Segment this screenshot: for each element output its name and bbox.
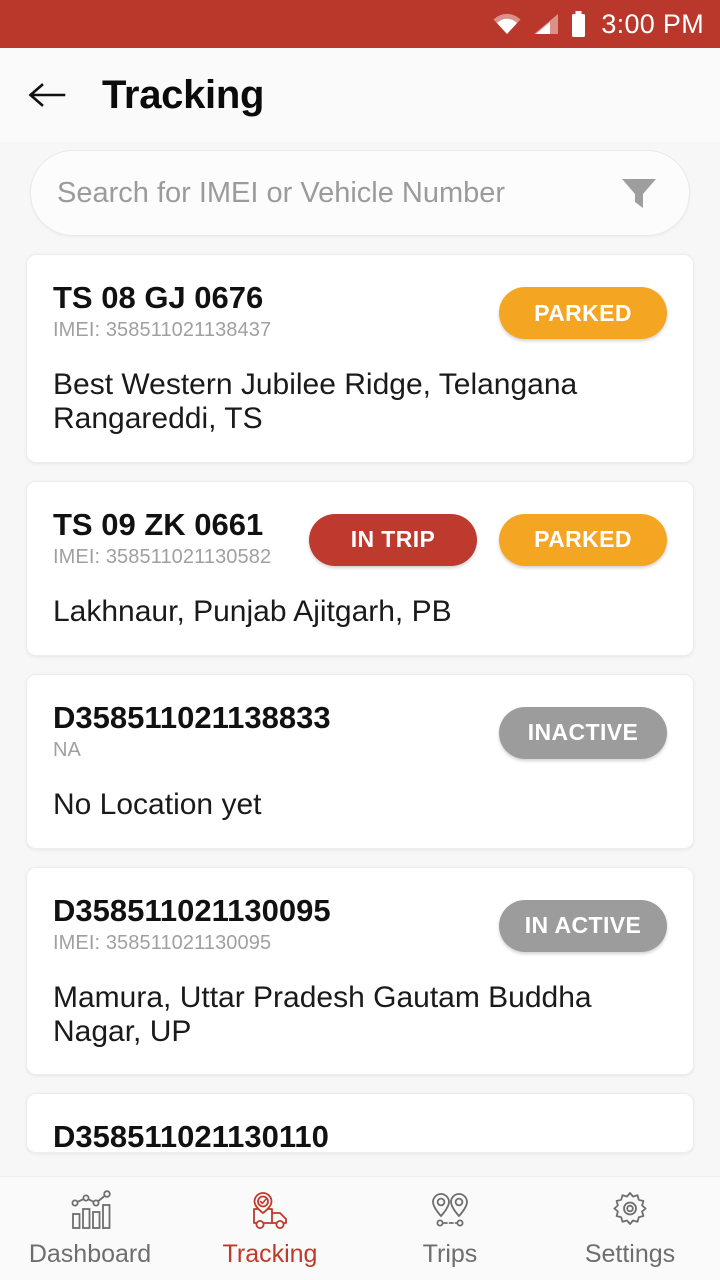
vehicle-card-header: D358511021130110 bbox=[53, 1119, 667, 1154]
status-time: 3:00 PM bbox=[601, 8, 704, 39]
vehicle-identity: D358511021138833 NA bbox=[53, 699, 331, 762]
vehicle-number: TS 08 GJ 0676 bbox=[53, 280, 264, 315]
vehicle-number: TS 09 ZK 0661 bbox=[53, 506, 264, 542]
app-bar: Tracking bbox=[0, 48, 720, 142]
status-badge[interactable]: PARKED bbox=[499, 287, 667, 339]
vehicle-identity: D358511021130110 bbox=[53, 1119, 329, 1154]
nav-label: Dashboard bbox=[28, 1240, 152, 1268]
vehicle-number: D358511021130110 bbox=[53, 1119, 329, 1154]
search-input[interactable] bbox=[57, 176, 619, 210]
search-box[interactable] bbox=[30, 150, 690, 236]
vehicle-card-header: TS 08 GJ 0676 IMEI: 358511021138437 PARK… bbox=[53, 281, 667, 342]
vehicle-card-header: D358511021130095 IMEI: 358511021130095 I… bbox=[53, 892, 667, 955]
vehicle-card-header: D358511021138833 NA INACTIVE bbox=[53, 699, 667, 762]
status-badge[interactable]: IN TRIP bbox=[309, 513, 477, 566]
vehicle-identity: TS 09 ZK 0661 IMEI: 358511021130582 bbox=[53, 506, 272, 569]
nav-item-settings[interactable]: Settings bbox=[540, 1188, 720, 1269]
back-arrow-icon[interactable] bbox=[24, 72, 70, 118]
vehicle-imei: IMEI: 358511021130582 bbox=[53, 546, 272, 569]
nav-label: Trips bbox=[422, 1240, 478, 1268]
wifi-icon bbox=[492, 12, 522, 36]
settings-gear-icon bbox=[607, 1188, 653, 1234]
nav-item-tracking[interactable]: Tracking bbox=[180, 1188, 360, 1269]
vehicle-list[interactable]: TS 08 GJ 0676 IMEI: 358511021138437 PARK… bbox=[0, 236, 720, 1154]
vehicle-address: Lakhnaur, Punjab Ajitgarh, PB bbox=[53, 595, 452, 629]
vehicle-number: D358511021130095 bbox=[53, 892, 331, 928]
dashboard-chart-icon bbox=[67, 1188, 113, 1234]
vehicle-card[interactable]: TS 09 ZK 0661 IMEI: 358511021130582 IN T… bbox=[26, 480, 694, 656]
status-badge[interactable]: IN ACTIVE bbox=[499, 899, 667, 952]
vehicle-identity: D358511021130095 IMEI: 358511021130095 bbox=[53, 892, 331, 955]
vehicle-card[interactable]: D358511021138833 NA INACTIVE No Location… bbox=[26, 673, 694, 849]
vehicle-card[interactable]: D358511021130095 IMEI: 358511021130095 I… bbox=[26, 866, 694, 1076]
status-badge[interactable]: PARKED bbox=[499, 513, 667, 566]
filter-funnel-icon[interactable] bbox=[619, 175, 659, 211]
status-badge[interactable]: INACTIVE bbox=[499, 706, 667, 759]
battery-icon bbox=[570, 10, 587, 38]
search-section bbox=[0, 142, 720, 236]
nav-item-trips[interactable]: Trips bbox=[360, 1188, 540, 1269]
vehicle-address: Best Western Jubilee Ridge, Telangana Ra… bbox=[53, 368, 578, 436]
status-badges: INACTIVE bbox=[499, 701, 667, 759]
page-title: Tracking bbox=[102, 72, 265, 117]
cellular-signal-icon bbox=[532, 12, 560, 36]
nav-label: Settings bbox=[584, 1240, 676, 1268]
trips-route-pins-icon bbox=[427, 1188, 473, 1234]
nav-label: Tracking bbox=[222, 1240, 318, 1268]
vehicle-card[interactable]: TS 08 GJ 0676 IMEI: 358511021138437 PARK… bbox=[26, 254, 694, 463]
vehicle-imei: IMEI: 358511021138437 bbox=[53, 319, 272, 342]
nav-item-dashboard[interactable]: Dashboard bbox=[0, 1188, 180, 1269]
vehicle-card-header: TS 09 ZK 0661 IMEI: 358511021130582 IN T… bbox=[53, 506, 667, 569]
vehicle-number: D358511021138833 bbox=[53, 699, 331, 735]
vehicle-identity: TS 08 GJ 0676 IMEI: 358511021138437 bbox=[53, 281, 271, 342]
vehicle-imei: IMEI: 358511021130095 bbox=[53, 932, 272, 955]
vehicle-card[interactable]: D358511021130110 bbox=[26, 1093, 694, 1154]
status-badges: IN TRIP PARKED bbox=[309, 508, 667, 566]
status-badges: IN ACTIVE bbox=[499, 894, 667, 952]
tracking-screen: TS 08 GJ 0676 IMEI: 358511021138437 PARK… bbox=[0, 142, 720, 1280]
vehicle-address: Mamura, Uttar Pradesh Gautam Buddha Naga… bbox=[53, 981, 592, 1048]
bottom-navigation: Dashboard Tracking Trips Settings bbox=[0, 1176, 720, 1280]
vehicle-address: No Location yet bbox=[53, 788, 262, 822]
vehicle-imei: NA bbox=[53, 739, 81, 762]
status-badges: PARKED bbox=[499, 281, 667, 339]
tracking-truck-icon bbox=[246, 1188, 294, 1234]
status-bar: 3:00 PM bbox=[0, 0, 720, 48]
